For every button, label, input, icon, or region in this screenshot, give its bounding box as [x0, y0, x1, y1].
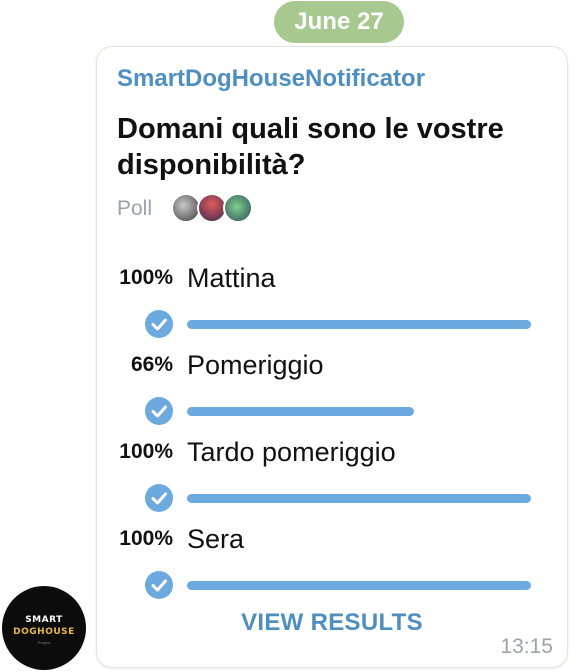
poll-option: 100% Tardo pomeriggio	[97, 435, 567, 512]
poll-type-label: Poll	[117, 197, 153, 220]
option-bar	[187, 407, 531, 416]
option-bar	[187, 320, 531, 329]
option-label: Mattina	[187, 263, 276, 293]
option-bar-fill	[187, 320, 531, 329]
poll-option: 66% Pomeriggio	[97, 348, 567, 425]
option-bar-fill	[187, 494, 531, 503]
poll-option: 100% Sera	[97, 522, 567, 599]
option-bar-fill	[187, 407, 415, 416]
option-percent: 100%	[119, 527, 173, 550]
check-icon	[145, 397, 173, 425]
logo-text-smart: SMART	[25, 615, 63, 625]
voter-avatar	[223, 193, 253, 223]
option-percent: 66%	[130, 353, 173, 376]
logo-text-project: Project	[37, 640, 51, 645]
option-percent: 100%	[119, 440, 173, 463]
option-label: Sera	[187, 524, 245, 554]
date-separator: June 27	[274, 1, 404, 43]
option-bar	[187, 494, 531, 503]
message-time: 13:15	[500, 635, 553, 658]
option-percent: 100%	[119, 266, 173, 289]
view-results-button[interactable]: VIEW RESULTS	[97, 609, 567, 637]
option-bar-fill	[187, 581, 531, 590]
check-icon	[145, 484, 173, 512]
check-icon	[145, 310, 173, 338]
sender-avatar[interactable]: SMART DOGHOUSE Project	[2, 586, 86, 670]
option-bar	[187, 581, 531, 590]
check-icon	[145, 571, 173, 599]
logo-text-doghouse: DOGHOUSE	[13, 627, 75, 637]
recent-voters[interactable]	[171, 193, 261, 225]
poll-message-bubble: SmartDogHouseNotificator Domani quali so…	[96, 46, 568, 668]
poll-option: 100% Mattina	[97, 261, 567, 338]
option-label: Tardo pomeriggio	[187, 437, 396, 467]
poll-question: Domani quali sono le vostre disponibilit…	[117, 113, 504, 181]
sender-name[interactable]: SmartDogHouseNotificator	[117, 65, 425, 93]
option-label: Pomeriggio	[187, 350, 324, 380]
